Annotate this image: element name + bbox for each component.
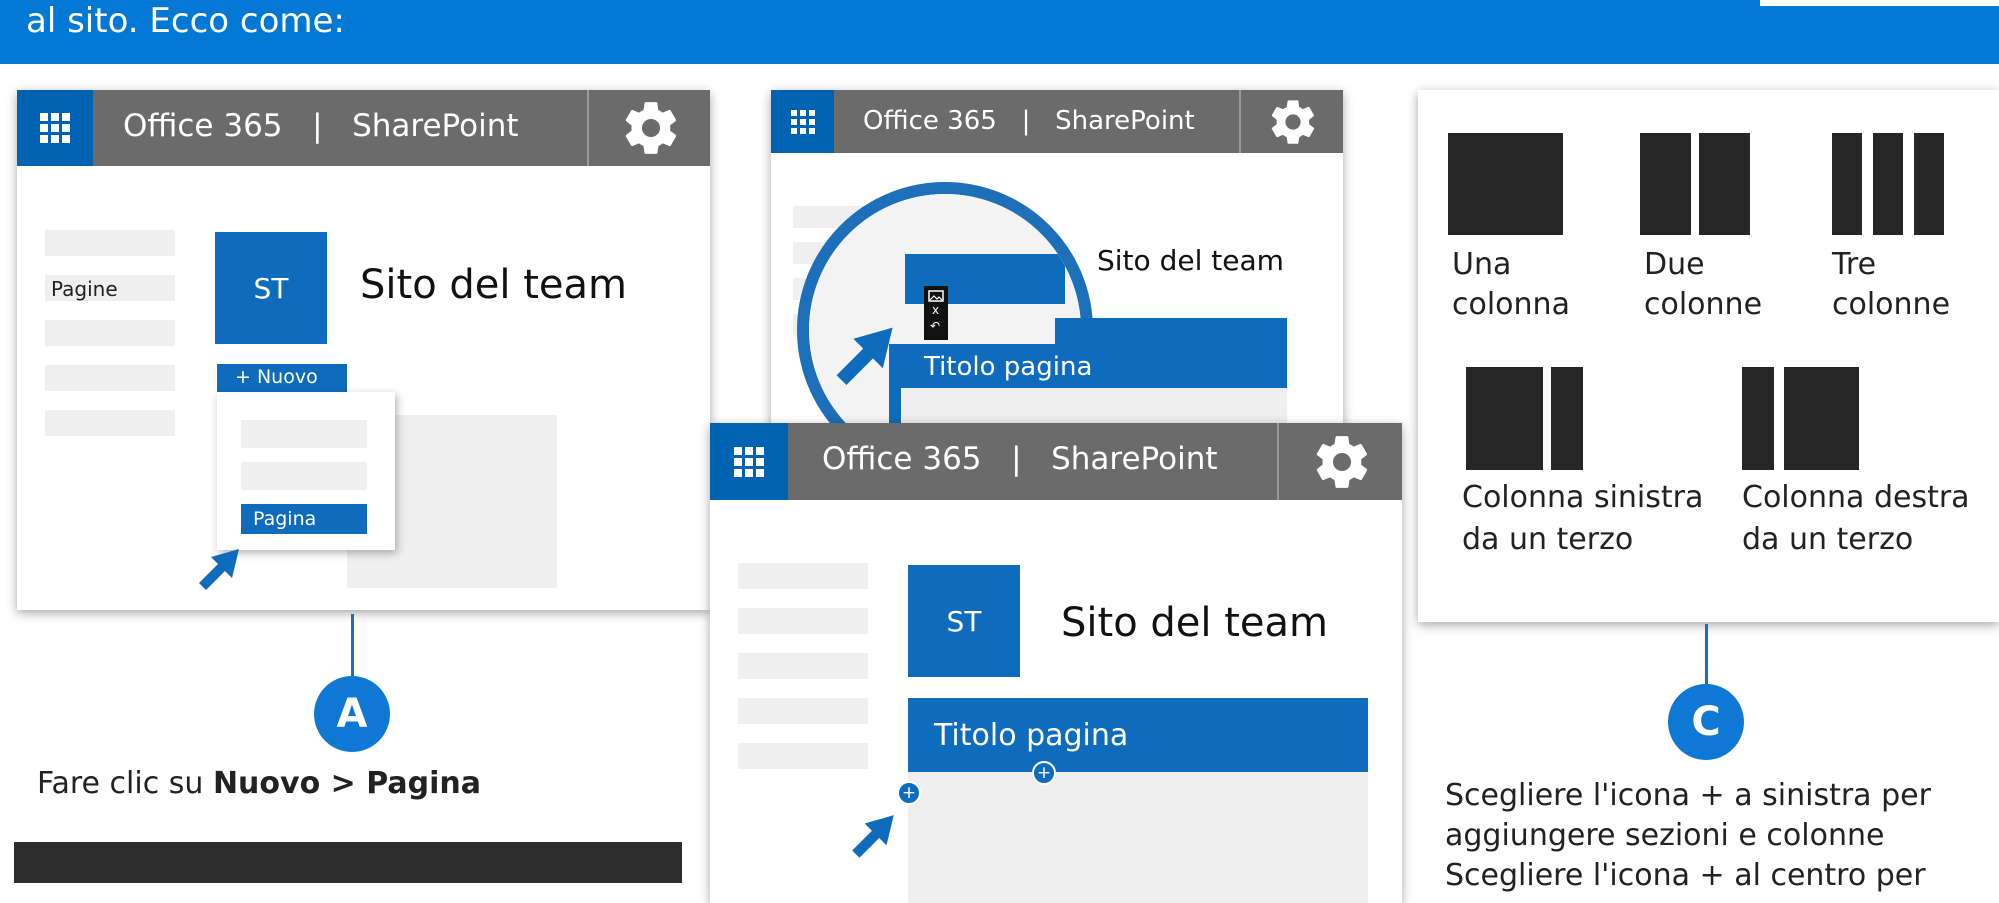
gear-icon [625,102,676,154]
banner-text: al sito. Ecco come: [26,1,345,41]
app-launcher-button[interactable] [710,423,788,500]
one-column-layout-icon[interactable] [1448,133,1563,235]
banner-corner-box [1760,0,1999,6]
step-badge-c: C [1668,684,1744,760]
right-third-layout-icon-narrow[interactable] [1742,367,1774,470]
menu-item-label: Pagina [253,508,317,530]
nav-placeholder [738,653,868,679]
add-section-plus-icon[interactable]: + [897,781,921,805]
nav-placeholder [738,698,868,724]
new-button[interactable]: + Nuovo [217,364,347,392]
step-badge-a: A [314,676,390,752]
add-webpart-plus-icon[interactable]: + [1032,761,1056,785]
three-column-layout-icon-center[interactable] [1873,133,1903,235]
two-column-layout-icon-left[interactable] [1640,133,1691,235]
layout-label-line2: colonne [1644,287,1763,322]
nav-placeholder [738,563,868,589]
nav-placeholder [738,608,868,634]
site-title: Sito del team [1061,600,1328,646]
step-c-caption-line: Scegliere l'icona + a sinistra per [1445,778,1931,813]
app-launcher-button[interactable] [17,90,93,166]
undo-icon[interactable]: ↶ [930,319,940,333]
nav-placeholder [738,743,868,769]
nav-placeholder [45,320,175,346]
menu-placeholder [241,462,367,490]
app-bar-title: Office 365 | SharePoint [822,441,1218,477]
waffle-icon [790,109,815,134]
content-placeholder [908,772,1368,903]
three-column-layout-icon-right[interactable] [1914,133,1944,235]
gear-icon [1316,435,1367,488]
app-bar: Office 365 | SharePoint [710,423,1402,500]
nav-item-pagine[interactable]: Pagine [45,275,175,301]
left-third-layout-icon-narrow[interactable] [1551,367,1583,470]
settings-button[interactable] [1277,423,1402,500]
waffle-icon [40,113,70,143]
layout-label-line1: Colonna sinistra [1462,480,1704,515]
three-column-layout-icon-left[interactable] [1832,133,1862,235]
page-title: Titolo pagina [934,718,1129,753]
image-toolbar: x ↶ [924,286,948,340]
nav-placeholder [45,410,175,436]
layout-label-line2: colonne [1832,287,1951,322]
site-tile: ST [908,565,1020,677]
menu-placeholder [241,420,367,448]
two-column-layout-icon-right[interactable] [1699,133,1750,235]
layout-label-line1: Due [1644,247,1705,282]
gear-icon [1271,99,1315,144]
nav-item-label: Pagine [51,277,118,301]
new-menu: Pagina [217,392,395,550]
settings-button[interactable] [587,90,710,166]
panel-b-window: Office 365 | SharePoint Sito del team Ti… [771,90,1343,442]
page-title-band: Titolo pagina [908,698,1368,772]
connector-line-a [351,614,354,676]
page-title: Titolo pagina [924,352,1093,382]
right-third-layout-icon-wide[interactable] [1784,367,1859,470]
left-third-layout-icon-wide[interactable] [1466,367,1543,470]
site-title: Sito del team [360,262,627,308]
site-title: Sito del team [1097,244,1284,277]
app-bar-title: Office 365 | SharePoint [123,108,519,144]
step-a-caption-bold: Nuovo > Pagina [212,766,481,801]
nav-placeholder [45,230,175,256]
nav-placeholder [45,365,175,391]
panel-c-window: Office 365 | SharePoint ST Sito del team… [710,423,1402,903]
connector-line-c [1705,624,1708,684]
settings-button[interactable] [1239,90,1343,153]
site-tile: ST [215,232,327,344]
layout-label-line1: Una [1452,247,1512,282]
app-bar-title: Office 365 | SharePoint [863,106,1195,136]
step-a-caption-prefix: Fare clic su [37,766,213,801]
step-a-caption: Fare clic su Nuovo > Pagina [37,766,481,801]
dark-footer-box [14,842,682,883]
layouts-panel: Una colonna Due colonne Tre colonne Colo… [1418,90,1999,622]
layout-label-line2: da un terzo [1462,522,1634,557]
step-c-caption-line: aggiungere sezioni e colonne [1445,818,1885,853]
image-icon[interactable] [928,290,944,302]
new-button-label: + Nuovo [235,366,318,388]
waffle-icon [734,446,764,477]
cursor-arrow-icon [852,815,894,858]
app-launcher-button[interactable] [771,90,834,153]
layout-label-line1: Colonna destra [1742,480,1970,515]
layout-label-line2: colonna [1452,287,1570,322]
app-bar: Office 365 | SharePoint [17,90,710,166]
app-bar: Office 365 | SharePoint [771,90,1343,153]
close-icon[interactable]: x [932,303,939,317]
layout-label-line2: da un terzo [1742,522,1914,557]
cursor-arrow-icon [836,327,893,385]
panel-a-window: Office 365 | SharePoint Pagine ST Sito d… [17,90,710,610]
layout-label-line1: Tre [1832,247,1877,282]
step-c-caption-line: Scegliere l'icona + al centro per [1445,858,1926,893]
menu-item-pagina[interactable]: Pagina [241,504,367,534]
cursor-arrow-icon [199,549,239,590]
